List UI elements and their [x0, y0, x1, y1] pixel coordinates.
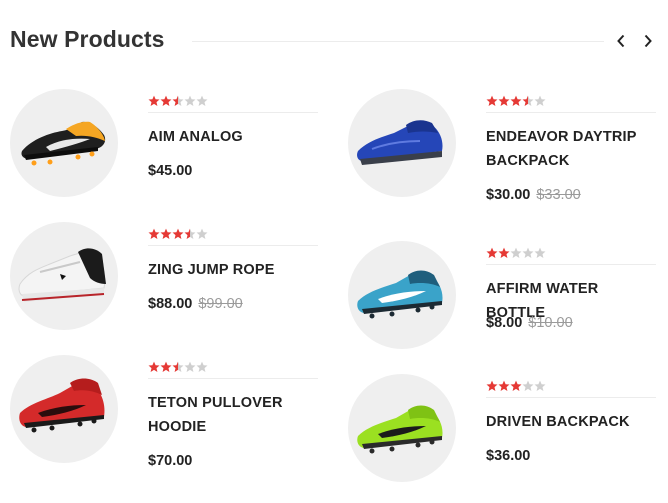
- product-name[interactable]: TETON PULLOVER HOODIE: [148, 391, 320, 439]
- rating-stars: [486, 95, 546, 109]
- star-icon: [196, 95, 208, 106]
- star-icon: [184, 95, 196, 106]
- section-title: New Products: [10, 26, 165, 52]
- current-price: $30.00: [486, 187, 531, 203]
- card-divider: [486, 112, 656, 113]
- star-icon: [534, 247, 546, 258]
- star-icon: [160, 228, 172, 239]
- rating-stars: [148, 228, 208, 242]
- header-divider: [192, 41, 604, 42]
- product-image[interactable]: [348, 89, 456, 197]
- card-divider: [148, 378, 318, 379]
- star-icon: [172, 228, 184, 239]
- product-image[interactable]: [348, 374, 456, 482]
- product-price: $30.00 $33.00: [486, 187, 581, 203]
- star-icon: [498, 247, 510, 258]
- current-price: $88.00: [148, 296, 193, 312]
- star-icon: [522, 380, 534, 391]
- product-name[interactable]: AIM ANALOG: [148, 125, 320, 149]
- current-price: $8.00: [486, 315, 523, 331]
- star-icon: [510, 95, 522, 106]
- carousel-prev-button[interactable]: [610, 28, 632, 54]
- product-card[interactable]: TETON PULLOVER HOODIE $70.00: [10, 355, 320, 475]
- star-icon: [498, 380, 510, 391]
- old-price: $33.00: [536, 187, 581, 203]
- star-icon: [522, 247, 534, 258]
- star-icon: [510, 380, 522, 391]
- star-icon: [172, 95, 184, 106]
- chevron-left-icon: [617, 34, 625, 48]
- product-image[interactable]: [10, 222, 118, 330]
- star-icon: [498, 95, 510, 106]
- product-price: $36.00: [486, 448, 536, 464]
- star-icon: [486, 380, 498, 391]
- rating-stars: [148, 361, 208, 375]
- basketball-shoe-icon: [18, 248, 106, 302]
- star-icon: [522, 95, 534, 106]
- product-price: $45.00: [148, 163, 198, 179]
- star-icon: [486, 95, 498, 106]
- product-name[interactable]: ZING JUMP ROPE: [148, 258, 320, 282]
- product-image[interactable]: [10, 355, 118, 463]
- product-card[interactable]: ZING JUMP ROPE $88.00 $99.00: [10, 222, 320, 342]
- carousel-next-button[interactable]: [637, 28, 659, 54]
- card-divider: [486, 397, 656, 398]
- card-divider: [148, 112, 318, 113]
- product-name[interactable]: ENDEAVOR DAYTRIP BACKPACK: [486, 125, 658, 173]
- star-icon: [160, 95, 172, 106]
- soccer-cleat-icon: [21, 121, 106, 166]
- current-price: $70.00: [148, 453, 193, 469]
- star-icon: [172, 361, 184, 372]
- star-icon: [534, 380, 546, 391]
- soccer-cleat-icon: [357, 405, 443, 454]
- product-price: $8.00 $10.00: [486, 315, 573, 331]
- star-icon: [510, 247, 522, 258]
- old-price: $99.00: [198, 296, 243, 312]
- section-header: New Products: [10, 24, 660, 58]
- soccer-cleat-icon: [19, 378, 105, 433]
- product-card[interactable]: DRIVEN BACKPACK $36.00: [348, 374, 658, 494]
- star-icon: [534, 95, 546, 106]
- product-image[interactable]: [10, 89, 118, 197]
- card-divider: [148, 245, 318, 246]
- current-price: $45.00: [148, 163, 193, 179]
- rating-stars: [148, 95, 208, 109]
- product-card[interactable]: ENDEAVOR DAYTRIP BACKPACK $30.00 $33.00: [348, 89, 658, 209]
- product-price: $70.00: [148, 453, 198, 469]
- current-price: $36.00: [486, 448, 531, 464]
- star-icon: [148, 95, 160, 106]
- star-icon: [148, 228, 160, 239]
- chevron-right-icon: [644, 34, 652, 48]
- star-icon: [196, 361, 208, 372]
- card-divider: [486, 264, 656, 265]
- product-card[interactable]: AIM ANALOG $45.00: [10, 89, 320, 209]
- soccer-cleat-icon: [357, 270, 443, 319]
- old-price: $10.00: [528, 315, 573, 331]
- product-price: $88.00 $99.00: [148, 296, 243, 312]
- star-icon: [196, 228, 208, 239]
- running-shoe-icon: [357, 120, 443, 165]
- star-icon: [148, 361, 160, 372]
- product-name[interactable]: DRIVEN BACKPACK: [486, 410, 658, 434]
- rating-stars: [486, 380, 546, 394]
- star-icon: [160, 361, 172, 372]
- product-card[interactable]: AFFIRM WATER BOTTLE $8.00 $10.00: [348, 241, 658, 361]
- rating-stars: [486, 247, 546, 261]
- star-icon: [184, 228, 196, 239]
- star-icon: [486, 247, 498, 258]
- product-image[interactable]: [348, 241, 456, 349]
- star-icon: [184, 361, 196, 372]
